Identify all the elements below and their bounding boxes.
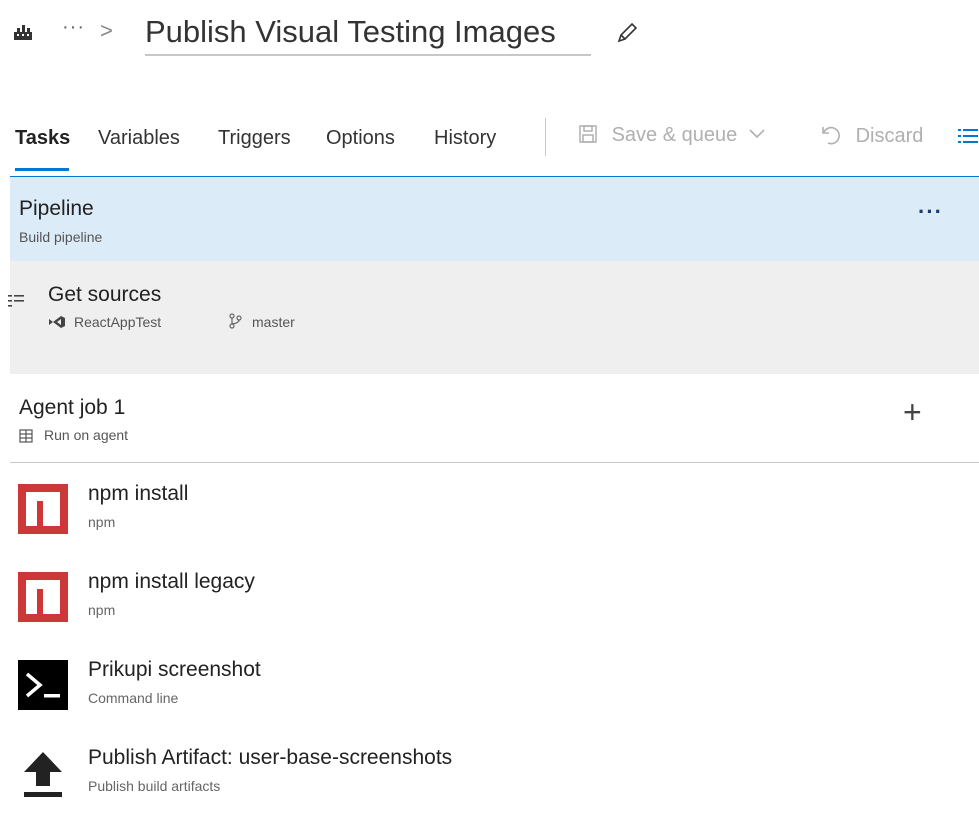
agent-job-title: Agent job 1: [19, 396, 126, 419]
task-item[interactable]: npm install npm: [0, 462, 979, 550]
branch-icon: [229, 313, 242, 329]
tab-options[interactable]: Options: [326, 127, 395, 150]
breadcrumb-ellipsis[interactable]: ···: [62, 16, 85, 39]
build-pipeline-icon[interactable]: [12, 22, 34, 42]
pipeline-title: Pipeline: [19, 197, 94, 220]
tab-variables[interactable]: Variables: [98, 127, 180, 150]
task-item[interactable]: npm install legacy npm: [0, 550, 979, 638]
add-task-button[interactable]: +: [903, 396, 922, 428]
task-title: Publish Artifact: user-base-screenshots: [88, 746, 453, 769]
save-queue-button[interactable]: Save & queue: [578, 124, 765, 147]
agent-job-subtitle: Run on agent: [44, 427, 129, 443]
repository-name: ReactAppTest: [74, 314, 162, 330]
task-title: npm install legacy: [88, 570, 255, 593]
agent-job-item[interactable]: Agent job 1 Run on agent +: [10, 374, 979, 463]
task-subtitle: npm: [88, 602, 116, 618]
chevron-down-icon: [749, 129, 765, 139]
task-item[interactable]: Publish Artifact: user-base-screenshots …: [0, 726, 979, 814]
page-title: Publish Visual Testing Images: [145, 14, 556, 49]
discard-button[interactable]: Discard: [820, 124, 923, 148]
breadcrumb-chevron-icon: >: [100, 18, 113, 43]
npm-icon: [18, 572, 68, 622]
tab-history[interactable]: History: [434, 127, 496, 150]
tab-tasks[interactable]: Tasks: [15, 127, 70, 150]
task-item[interactable]: Prikupi screenshot Command line: [0, 638, 979, 726]
discard-label: Discard: [855, 125, 924, 147]
branch-name: master: [252, 314, 295, 330]
task-title: Prikupi screenshot: [88, 658, 261, 681]
pencil-icon[interactable]: [614, 20, 640, 46]
task-subtitle: Command line: [88, 690, 179, 706]
save-queue-label: Save & queue: [611, 124, 738, 146]
tab-triggers[interactable]: Triggers: [218, 127, 291, 150]
undo-icon: [822, 126, 840, 145]
active-tab-indicator: [15, 168, 69, 171]
visual-studio-icon: [49, 316, 65, 328]
terminal-icon: [18, 660, 68, 710]
get-sources-item[interactable]: Get sources ReactAppTest master: [8, 261, 979, 374]
header: ··· > Publish Visual Testing Images: [0, 0, 979, 70]
agent-server-icon: [19, 429, 33, 443]
more-options-icon[interactable]: ···: [918, 199, 943, 225]
task-subtitle: npm: [88, 514, 116, 530]
task-title: npm install: [88, 482, 189, 505]
npm-icon: [18, 484, 68, 534]
list-view-icon[interactable]: [958, 128, 978, 146]
pipeline-subtitle: Build pipeline: [19, 229, 103, 245]
task-subtitle: Publish build artifacts: [88, 778, 221, 794]
upload-icon: [24, 752, 62, 797]
sources-list-icon: [8, 295, 24, 307]
pipeline-title-field[interactable]: Publish Visual Testing Images: [145, 10, 591, 56]
save-icon: [579, 125, 597, 143]
toolbar-divider: [545, 118, 546, 156]
pipeline-item[interactable]: Pipeline Build pipeline ···: [10, 176, 979, 262]
sources-title: Get sources: [48, 283, 162, 306]
